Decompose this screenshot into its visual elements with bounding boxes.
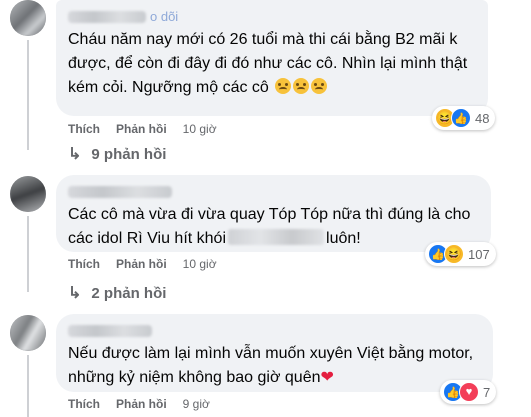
comment-actions: Thích Phản hồi 10 giờ	[68, 121, 217, 137]
redacted-text	[228, 229, 325, 245]
thread-line	[27, 40, 29, 150]
view-replies-button[interactable]: ↳ 9 phản hồi	[68, 144, 166, 164]
reaction-count: 48	[475, 110, 490, 126]
reaction-summary[interactable]: 👍 ♥ 7	[440, 380, 497, 404]
replies-count-label: 2 phản hồi	[91, 284, 167, 302]
view-replies-button[interactable]: ↳ 2 phản hồi	[68, 283, 166, 303]
comment-actions: Thích Phản hồi 9 giờ	[68, 396, 210, 412]
replies-count-label: 9 phản hồi	[91, 145, 167, 163]
thread-line	[27, 355, 29, 417]
reply-button[interactable]: Phản hồi	[116, 257, 167, 271]
comment-text-content: Nếu được làm lại mình vẫn muốn xuyên Việ…	[68, 345, 474, 386]
like-button[interactable]: Thích	[68, 122, 100, 136]
author-name-row: o dõi	[68, 8, 476, 26]
comment-text: Cháu năm nay mới có 26 tuổi mà thi cái b…	[68, 28, 476, 100]
heart-icon: ♥	[459, 382, 479, 402]
reply-button[interactable]: Phản hồi	[116, 397, 167, 411]
comment-actions: Thích Phản hồi 10 giờ	[68, 256, 217, 272]
haha-icon: 😆	[444, 244, 464, 264]
comment-timestamp[interactable]: 10 giờ	[183, 257, 217, 271]
author-name-row	[68, 322, 481, 340]
like-icon: 👍	[451, 108, 471, 128]
crying-emoji-icon	[311, 78, 328, 94]
comment-bubble: Nếu được làm lại mình vẫn muốn xuyên Việ…	[56, 314, 493, 392]
reaction-summary[interactable]: 😆 👍 48	[432, 106, 496, 130]
comment-text: Các cô mà vừa đi vừa quay Tóp Tóp nữa th…	[68, 203, 479, 251]
comment-text-content: Cháu năm nay mới có 26 tuổi mà thi cái b…	[68, 31, 468, 96]
reply-arrow-icon: ↳	[68, 285, 82, 302]
reply-button[interactable]: Phản hồi	[116, 122, 167, 136]
follow-link[interactable]: o dõi	[150, 9, 178, 24]
reply-arrow-icon: ↳	[68, 146, 82, 163]
like-button[interactable]: Thích	[68, 257, 100, 271]
author-name-row	[68, 183, 479, 201]
reaction-count: 107	[468, 246, 490, 262]
avatar[interactable]	[10, 315, 46, 351]
author-name-redacted[interactable]	[68, 324, 152, 337]
reaction-count: 7	[483, 384, 491, 400]
comment-timestamp[interactable]: 9 giờ	[183, 397, 210, 411]
thread-line	[27, 216, 29, 292]
reaction-summary[interactable]: 👍 😆 107	[425, 242, 496, 266]
crying-emoji-icon	[275, 78, 292, 94]
comment-text: Nếu được làm lại mình vẫn muốn xuyên Việ…	[68, 342, 481, 390]
author-name-redacted[interactable]	[68, 185, 172, 198]
comment-bubble: o dõi Cháu năm nay mới có 26 tuổi mà thi…	[56, 0, 488, 116]
avatar[interactable]	[10, 176, 46, 212]
red-heart-icon: ❤	[320, 369, 334, 386]
like-button[interactable]: Thích	[68, 397, 100, 411]
comment-text-end: luôn!	[326, 230, 361, 247]
author-name-redacted[interactable]	[68, 10, 146, 23]
comment-timestamp[interactable]: 10 giờ	[183, 122, 217, 136]
avatar[interactable]	[10, 0, 46, 36]
comment-bubble: Các cô mà vừa đi vừa quay Tóp Tóp nữa th…	[56, 175, 491, 252]
crying-emoji-icon	[293, 78, 310, 94]
